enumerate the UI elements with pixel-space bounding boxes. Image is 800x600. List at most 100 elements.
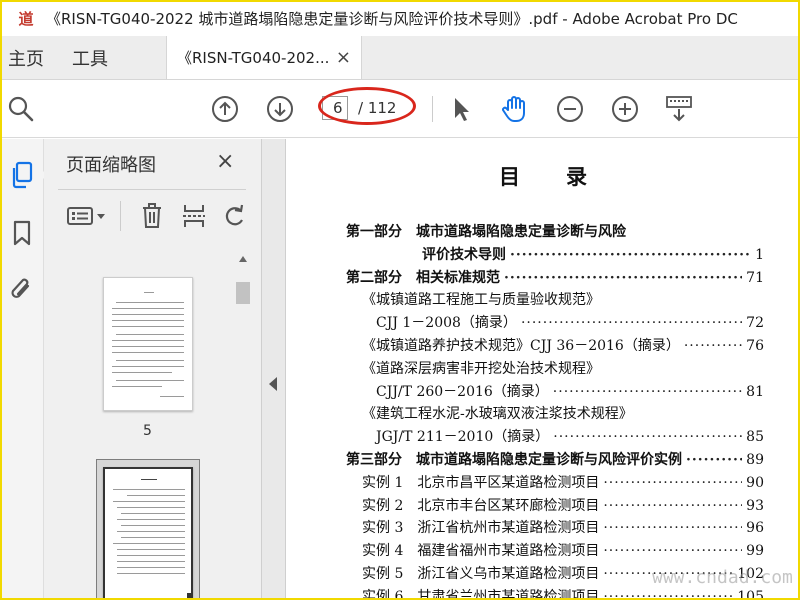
toc-row[interactable]: 第一部分 城市道路塌陷隐患定量诊断与风险	[346, 221, 764, 244]
tab-bar: 主页 工具 《RISN-TG040-202... ×	[0, 36, 800, 80]
thumbnail-page-6[interactable]	[103, 467, 193, 600]
toc-entry-text: JGJ/T 211－2010（摘录）	[376, 429, 550, 446]
toc-row[interactable]: 《城镇道路工程施工与质量验收规范》	[346, 289, 764, 312]
toc-page-number: 85	[746, 429, 764, 446]
toc-entry-text: 《城镇道路工程施工与质量验收规范》	[362, 292, 600, 309]
total-pages: / 112	[358, 99, 397, 117]
toc-entry-text: CJJ/T 260－2016（摘录）	[376, 383, 549, 400]
toc-leader-dots	[603, 540, 742, 563]
toc-page-number: 105	[737, 588, 764, 600]
toc-entry-text: 实例 1 北京市昌平区某道路检测项目	[362, 474, 600, 491]
scroll-thumb[interactable]	[236, 282, 250, 304]
toc-entry-text: 《道路深层病害非开挖处治技术规程》	[362, 360, 600, 377]
toc-row[interactable]: 《道路深层病害非开挖处治技术规程》	[346, 358, 764, 381]
toc-page-number: 90	[746, 474, 764, 491]
tab-home[interactable]: 主页	[0, 36, 60, 79]
toc-entry-text: 第一部分 城市道路塌陷隐患定量诊断与风险	[346, 224, 626, 240]
next-page-icon[interactable]	[265, 94, 295, 124]
left-icon-rail	[0, 139, 44, 600]
toc-entry-text: 评价技术导则	[422, 246, 506, 263]
toc-row[interactable]: 实例 6 甘肃省兰州市某道路检测项目 105	[346, 586, 764, 600]
zoom-out-icon[interactable]	[555, 94, 585, 124]
thumbnails-panel: 页面缩略图 × 5	[44, 139, 262, 600]
panel-title: 页面缩略图	[66, 155, 156, 176]
scroll-up-arrow-icon[interactable]	[234, 250, 252, 268]
rotate-page-icon[interactable]	[220, 201, 248, 231]
toc-entry-text: 《建筑工程水泥-水玻璃双液注浆技术规程》	[362, 406, 633, 423]
thumbnail-options-icon[interactable]	[66, 201, 110, 231]
current-page-input[interactable]: 6	[322, 96, 348, 120]
toc-leader-dots	[603, 495, 742, 518]
toc-leader-dots	[686, 449, 742, 472]
prev-page-icon[interactable]	[210, 94, 240, 124]
collapse-panel-arrow-icon[interactable]	[269, 377, 277, 391]
toc-row[interactable]: 实例 3 浙江省杭州市某道路检测项目 96	[346, 517, 764, 540]
app-logo: 道	[18, 9, 34, 28]
toc-page-number: 81	[746, 383, 764, 400]
tab-tools[interactable]: 工具	[60, 36, 116, 79]
page-number-box: 6 / 112	[322, 94, 406, 122]
toc-page-number: 96	[746, 520, 764, 537]
toc-leader-dots	[504, 267, 742, 290]
toc-page-number: 72	[746, 315, 764, 332]
thumbnail-label: 5	[143, 423, 152, 439]
attachment-icon[interactable]	[6, 273, 38, 305]
toc-leader-dots	[553, 426, 742, 449]
toc-page-number: 99	[746, 543, 764, 560]
toc-row[interactable]: 实例 2 北京市丰台区某环廊检测项目 93	[346, 495, 764, 518]
toc-row[interactable]: JGJ/T 211－2010（摘录） 85	[346, 426, 764, 449]
toc-leader-dots	[603, 517, 742, 540]
toc-entry-text: 实例 3 浙江省杭州市某道路检测项目	[362, 520, 600, 537]
toc-entry-text: 《城镇道路养护技术规范》CJJ 36－2016（摘录）	[362, 337, 680, 354]
toc-page-number: 89	[746, 451, 764, 468]
toc-entry-text: 实例 6 甘肃省兰州市某道路检测项目	[362, 588, 600, 600]
delete-page-icon[interactable]	[138, 201, 166, 231]
insert-page-icon[interactable]	[180, 201, 208, 231]
panel-collapse-strip	[262, 139, 286, 600]
toc-row[interactable]: 《城镇道路养护技术规范》CJJ 36－2016（摘录） 76	[346, 335, 764, 358]
toc-row[interactable]: CJJ/T 260－2016（摘录） 81	[346, 381, 764, 404]
title-bar: 道 《RISN-TG040-2022 城市道路塌陷隐患定量诊断与风险评价技术导则…	[0, 0, 800, 36]
panel-close-icon[interactable]: ×	[216, 149, 234, 174]
toc-entry-text: 第三部分 城市道路塌陷隐患定量诊断与风险评价实例	[346, 451, 682, 468]
document-heading: 目录	[499, 164, 633, 189]
toc-entry-text: 实例 4 福建省福州市某道路检测项目	[362, 543, 600, 560]
document-page: 目录 第一部分 城市道路塌陷隐患定量诊断与风险评价技术导则 1 第二部分 相关标准规…	[286, 139, 800, 600]
toc-row[interactable]: 《建筑工程水泥-水玻璃双液注浆技术规程》	[346, 403, 764, 426]
hand-icon[interactable]	[500, 94, 530, 124]
toc-page-number: 76	[746, 337, 764, 354]
toc-leader-dots	[510, 244, 751, 267]
toc-row[interactable]: 实例 5 浙江省义乌市某道路检测项目 102	[346, 563, 764, 586]
select-arrow-icon[interactable]	[446, 94, 476, 124]
toc-row[interactable]: 评价技术导则 1	[346, 244, 764, 267]
tab-document[interactable]: 《RISN-TG040-202... ×	[166, 36, 362, 79]
toc-row[interactable]: 实例 1 北京市昌平区某道路检测项目 90	[346, 472, 764, 495]
toc-entry-text: 实例 2 北京市丰台区某环廊检测项目	[362, 497, 600, 514]
toc-leader-dots	[603, 472, 742, 495]
panel-tool-divider	[120, 201, 121, 231]
toc-entry-text: 第二部分 相关标准规范	[346, 269, 500, 286]
zoom-in-icon[interactable]	[610, 94, 640, 124]
bookmark-icon[interactable]	[6, 217, 38, 249]
toc-row[interactable]: 第二部分 相关标准规范 71	[346, 267, 764, 290]
toc-entry-text: CJJ 1－2008（摘录）	[376, 315, 517, 332]
toc-leader-dots	[603, 563, 733, 586]
toc-leader-dots	[684, 335, 742, 358]
tab-close-icon[interactable]: ×	[336, 47, 351, 68]
toc-page-number: 1	[755, 246, 764, 263]
keyboard-icon[interactable]	[664, 94, 694, 124]
toc-page-number: 71	[746, 269, 764, 286]
toc-row[interactable]: CJJ 1－2008（摘录） 72	[346, 312, 764, 335]
toc-leader-dots	[603, 586, 733, 600]
panel-divider	[58, 189, 246, 190]
search-icon[interactable]	[6, 94, 36, 124]
toc-page-number: 102	[737, 565, 764, 582]
page-thumbnails-icon[interactable]	[6, 159, 38, 191]
toolbar-divider	[432, 96, 433, 122]
thumbnail-page-5[interactable]	[103, 277, 193, 411]
thumbnail-scrollbar[interactable]	[234, 250, 252, 600]
toc-row[interactable]: 第三部分 城市道路塌陷隐患定量诊断与风险评价实例 89	[346, 449, 764, 472]
toc-row[interactable]: 实例 4 福建省福州市某道路检测项目 99	[346, 540, 764, 563]
toc-entry-text: 实例 5 浙江省义乌市某道路检测项目	[362, 565, 600, 582]
toc-leader-dots	[553, 381, 742, 404]
